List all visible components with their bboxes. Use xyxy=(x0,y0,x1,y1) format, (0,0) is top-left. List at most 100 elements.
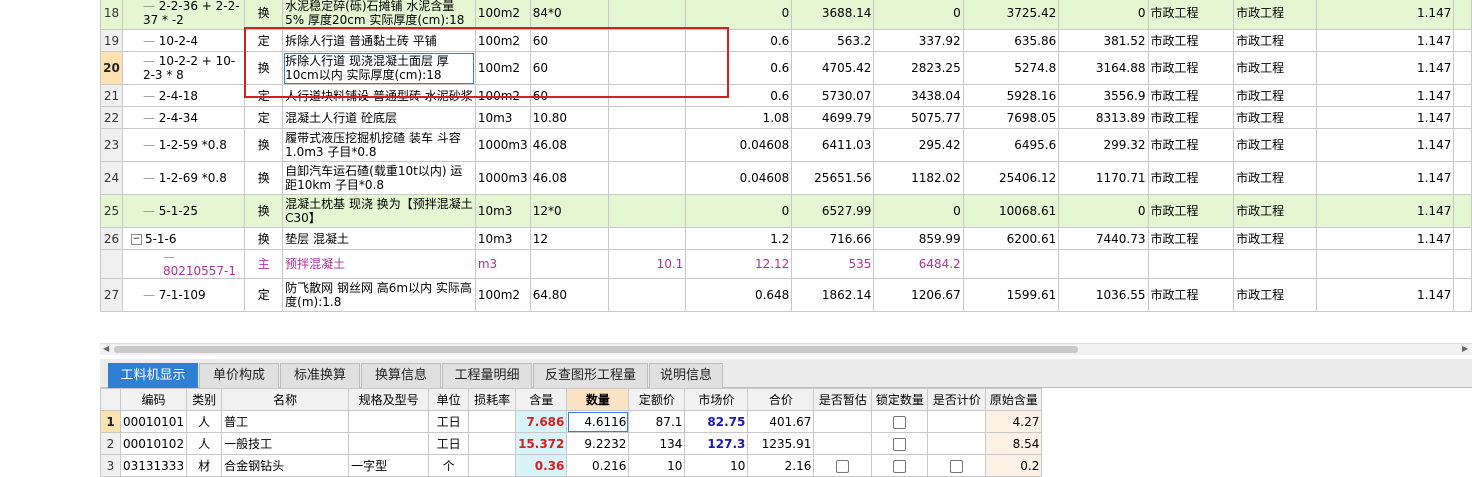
column-header[interactable]: 是否暂估 xyxy=(813,388,873,411)
quota-comprehensive-total[interactable]: 0 xyxy=(1058,194,1149,228)
quota-row[interactable]: 18— 2-2-36 + 2-2-37 * -2 换水泥稳定碎(砾)石摊铺 水泥含… xyxy=(100,0,1472,30)
quota-comprehensive-total[interactable]: 381.52 xyxy=(1058,29,1149,52)
resource-quantity[interactable]: 0.216 xyxy=(566,454,630,477)
resource-name[interactable]: 一般技工 xyxy=(221,432,350,455)
tab-reverse-lookup[interactable]: 反查图形工程量 xyxy=(533,363,648,388)
quota-type[interactable]: 换 xyxy=(244,0,284,30)
lock-quantity-checkbox[interactable] xyxy=(893,415,907,429)
quota-unit-price[interactable]: 6411.03 xyxy=(791,128,875,162)
quota-extra[interactable] xyxy=(1453,106,1472,129)
quota-comprehensive-unit-price[interactable]: 5274.8 xyxy=(962,51,1060,85)
quota-unit-price[interactable]: 25651.56 xyxy=(791,161,875,195)
quota-comprehensive-total[interactable]: 3164.88 xyxy=(1058,51,1149,85)
quota-comprehensive-total[interactable]: 7440.73 xyxy=(1058,227,1149,250)
quota-total-price[interactable]: 859.99 xyxy=(873,227,964,250)
quota-category[interactable]: 市政工程 xyxy=(1147,194,1235,228)
lock-quantity-checkbox[interactable] xyxy=(893,459,907,473)
resource-row[interactable]: 3 03131333 材合金钢钻头 一字型个 0.36 0.216 10 10 2.16 0.2 xyxy=(100,454,1043,477)
lock-quantity-cell[interactable] xyxy=(871,410,929,433)
quota-comprehensive-total[interactable]: 8313.89 xyxy=(1058,106,1149,129)
resource-total[interactable]: 401.67 xyxy=(747,410,815,433)
quota-quantity[interactable]: 0.04608 xyxy=(685,161,793,195)
quota-type[interactable]: 定 xyxy=(244,278,284,312)
quota-coefficient[interactable]: 1.147 xyxy=(1316,194,1455,228)
quota-extra[interactable] xyxy=(1453,227,1472,250)
row-number[interactable]: 25 xyxy=(100,194,123,228)
quota-quantity[interactable]: 0 xyxy=(685,194,793,228)
quota-specialty[interactable]: 市政工程 xyxy=(1233,278,1318,312)
column-header[interactable]: 是否计价 xyxy=(927,388,987,411)
column-header[interactable]: 编码 xyxy=(119,388,188,411)
quota-category[interactable]: 市政工程 xyxy=(1147,29,1235,52)
quota-quantity[interactable]: 1.2 xyxy=(685,227,793,250)
tab-standard-conversion[interactable]: 标准换算 xyxy=(280,363,360,388)
quota-coefficient[interactable] xyxy=(1316,249,1455,279)
quota-type[interactable]: 换 xyxy=(244,51,284,85)
quota-name[interactable]: 预拌混凝土 xyxy=(282,249,476,279)
quota-quantity[interactable]: 0.6 xyxy=(685,29,793,52)
resource-total[interactable]: 1235.91 xyxy=(747,432,815,455)
quota-unit[interactable]: 1000m3 xyxy=(474,128,531,162)
quota-comprehensive-total[interactable]: 299.32 xyxy=(1058,128,1149,162)
resource-content[interactable]: 0.36 xyxy=(515,454,568,477)
quota-row[interactable]: 19— 10-2-4 定拆除人行道 普通黏土砖 平铺 100m2 60 0.6 563.2… xyxy=(100,29,1472,52)
resource-row[interactable]: 1 00010101 人普工 工日 7.686 4.6116 87.1 82.75 401.67… xyxy=(100,410,1043,433)
resource-loss-rate[interactable] xyxy=(468,410,517,433)
tab-description[interactable]: 说明信息 xyxy=(649,363,723,388)
column-header[interactable]: 定额价 xyxy=(628,388,686,411)
quota-quantity-expr[interactable] xyxy=(529,249,610,279)
quota-quantity-expr[interactable]: 10.80 xyxy=(529,106,610,129)
column-header[interactable]: 类别 xyxy=(186,388,223,411)
quota-unit-price[interactable]: 3688.14 xyxy=(791,0,875,30)
resource-code[interactable]: 00010101 xyxy=(119,410,188,433)
quota-name[interactable]: 履带式液压挖掘机挖碴 装车 斗容1.0m3 子目*0.8 xyxy=(282,128,476,162)
row-number[interactable]: 18 xyxy=(100,0,123,30)
quota-comprehensive-unit-price[interactable]: 7698.05 xyxy=(962,106,1060,129)
quota-quantity-expr[interactable]: 46.08 xyxy=(529,128,610,162)
scroll-right-icon[interactable]: ▶ xyxy=(1462,344,1468,353)
quota-comprehensive-unit-price[interactable]: 1599.61 xyxy=(962,278,1060,312)
is-priced-cell[interactable] xyxy=(927,432,987,455)
quota-unit[interactable]: 10m3 xyxy=(474,194,531,228)
quota-type[interactable]: 换 xyxy=(244,161,284,195)
quota-unit-price[interactable]: 6527.99 xyxy=(791,194,875,228)
quota-total-price[interactable]: 6484.2 xyxy=(873,249,964,279)
tab-labor-material[interactable]: 工料机显示 xyxy=(108,363,198,388)
quota-category[interactable] xyxy=(1147,249,1235,279)
resource-quantity[interactable]: 4.6116 xyxy=(566,410,630,433)
quota-unit[interactable]: 100m2 xyxy=(474,51,531,85)
resource-code[interactable]: 03131333 xyxy=(119,454,188,477)
quota-row[interactable]: 25— 5-1-25 换混凝土枕基 现浇 换为【预拌混凝土C30】 10m3 12*0… xyxy=(100,194,1472,228)
quota-unit-price[interactable]: 716.66 xyxy=(791,227,875,250)
resource-spec[interactable] xyxy=(348,432,430,455)
quota-comprehensive-total[interactable]: 1170.71 xyxy=(1058,161,1149,195)
quota-unit[interactable]: 10m3 xyxy=(474,106,531,129)
quota-total-price[interactable]: 2823.25 xyxy=(873,51,964,85)
column-header[interactable]: 名称 xyxy=(221,388,350,411)
quota-category[interactable]: 市政工程 xyxy=(1147,0,1235,30)
quota-quantity-expr[interactable]: 64.80 xyxy=(529,278,610,312)
column-header[interactable] xyxy=(100,388,121,411)
quota-name[interactable]: 拆除人行道 普通黏土砖 平铺 xyxy=(282,29,476,52)
resource-quota-price[interactable]: 134 xyxy=(628,432,686,455)
quota-total-price[interactable]: 1206.67 xyxy=(873,278,964,312)
quota-comprehensive-unit-price[interactable]: 5928.16 xyxy=(962,84,1060,107)
quota-content[interactable] xyxy=(608,51,687,85)
quota-total-price[interactable]: 0 xyxy=(873,0,964,30)
quota-type[interactable]: 定 xyxy=(244,29,284,52)
quota-unit-price[interactable]: 1862.14 xyxy=(791,278,875,312)
resource-quantity[interactable]: 9.2232 xyxy=(566,432,630,455)
quota-category[interactable]: 市政工程 xyxy=(1147,278,1235,312)
resource-original-content[interactable]: 4.27 xyxy=(985,410,1043,433)
quota-quantity[interactable]: 0.6 xyxy=(685,51,793,85)
quota-content[interactable] xyxy=(608,29,687,52)
resource-market-price[interactable]: 10 xyxy=(684,454,749,477)
resource-category[interactable]: 人 xyxy=(186,410,223,433)
quota-total-price[interactable]: 3438.04 xyxy=(873,84,964,107)
quota-quantity[interactable]: 1.08 xyxy=(685,106,793,129)
column-header[interactable]: 单位 xyxy=(428,388,470,411)
quota-name[interactable]: 自卸汽车运石碴(载重10t以内) 运距10km 子目*0.8 xyxy=(282,161,476,195)
quota-comprehensive-unit-price[interactable]: 10068.61 xyxy=(962,194,1060,228)
quota-category[interactable]: 市政工程 xyxy=(1147,106,1235,129)
quota-row[interactable]: 22— 2-4-34 定混凝土人行道 砼底层 10m3 10.80 1.08 4699.7… xyxy=(100,106,1472,129)
